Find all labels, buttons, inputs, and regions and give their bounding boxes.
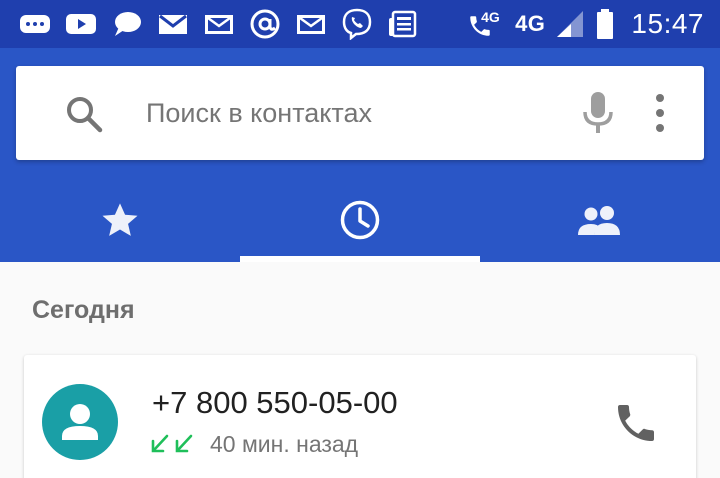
call-time: 40 мин. назад xyxy=(210,431,359,457)
chat-bubble-icon xyxy=(110,7,144,41)
mail-icon xyxy=(202,7,236,41)
phone-icon[interactable] xyxy=(612,399,660,447)
avatar[interactable] xyxy=(42,384,118,460)
incoming-call-icon xyxy=(151,434,193,453)
tab-favorites[interactable] xyxy=(0,178,240,262)
microphone-icon[interactable] xyxy=(578,90,618,136)
network-type: 4G xyxy=(515,11,546,36)
tab-recents[interactable] xyxy=(240,178,480,262)
app-bar xyxy=(0,48,720,262)
tab-contacts[interactable] xyxy=(480,178,720,262)
search-icon[interactable] xyxy=(64,94,104,134)
gmail-icon xyxy=(156,7,190,41)
clock-icon xyxy=(340,200,380,240)
more-options-icon[interactable] xyxy=(646,90,674,136)
tab-bar xyxy=(0,178,720,262)
news-icon xyxy=(386,7,420,41)
messenger-icon xyxy=(18,7,52,41)
phone-number: +7 800 550-05-00 xyxy=(152,385,398,420)
notification-icons xyxy=(18,6,420,42)
volte-call-icon: 4G xyxy=(467,7,505,41)
at-sign-icon xyxy=(248,7,282,41)
status-bar: 4G 4G 15:47 xyxy=(0,0,720,48)
status-indicators: 4G 4G 15:47 xyxy=(467,6,704,42)
battery-icon xyxy=(595,8,615,40)
signal-icon xyxy=(555,9,585,39)
people-icon xyxy=(578,206,620,235)
call-log-item[interactable]: +7 800 550-05-00 40 мин. назад xyxy=(24,355,696,478)
volte-label: 4G xyxy=(481,9,500,25)
person-icon xyxy=(62,404,98,440)
mail-icon xyxy=(294,7,328,41)
clock: 15:47 xyxy=(631,8,704,39)
star-icon xyxy=(102,203,138,236)
viber-icon xyxy=(340,7,374,41)
section-title-today: Сегодня xyxy=(32,296,135,324)
tab-indicator xyxy=(240,256,480,262)
search-input[interactable] xyxy=(146,86,566,140)
youtube-icon xyxy=(64,7,98,41)
search-box[interactable] xyxy=(16,66,704,160)
